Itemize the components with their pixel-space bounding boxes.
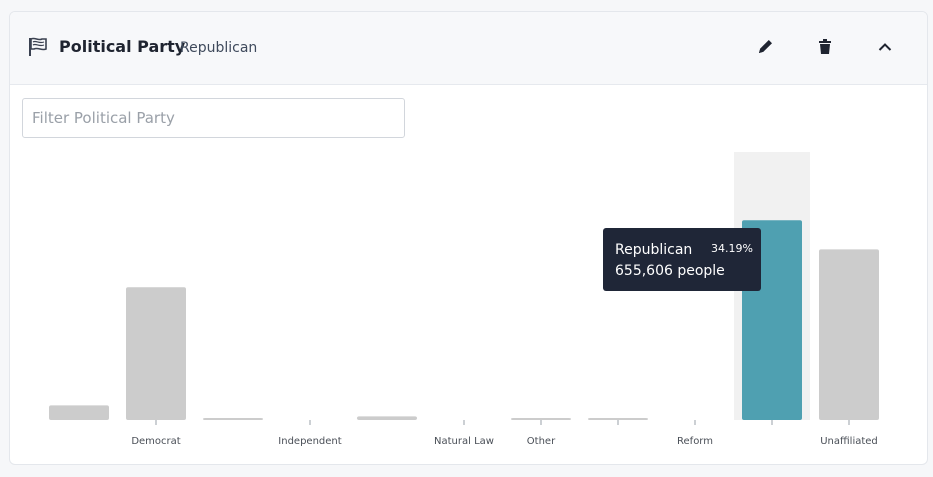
flag-icon: [29, 37, 47, 56]
card-header: Political Party Republican: [10, 12, 927, 85]
tooltip-percent: 34.19%: [711, 242, 753, 255]
pencil-icon: [759, 40, 772, 53]
chart-tooltip: Republican 34.19% 655,606 people: [603, 228, 761, 291]
bar-democrat[interactable]: [126, 287, 186, 420]
x-tick-label: Natural Law: [434, 436, 494, 447]
collapse-button[interactable]: [872, 34, 898, 60]
edit-button[interactable]: [752, 34, 778, 60]
filter-input[interactable]: [22, 98, 405, 138]
trash-icon: [819, 39, 831, 54]
x-tick-label: Reform: [677, 436, 713, 447]
x-tick-label: Democrat: [131, 436, 180, 447]
bar-other[interactable]: [511, 418, 571, 420]
selected-value: Republican: [180, 40, 258, 56]
delete-button[interactable]: [812, 34, 838, 60]
bar-category-4[interactable]: [357, 416, 417, 420]
x-tick-label: Unaffiliated: [820, 436, 878, 447]
party-bar-chart: Democrat Independent Natural Law Other Refor…: [49, 152, 879, 447]
x-tick-label: Other: [527, 436, 556, 447]
political-party-card: Political Party Republican Democrat Indep…: [9, 11, 928, 465]
tooltip-people-count: 655,606 people: [615, 263, 725, 279]
bar-category-7[interactable]: [588, 418, 648, 420]
tooltip-party-name: Republican: [615, 242, 693, 258]
chevron-up-icon: [878, 43, 892, 51]
bar-unaffiliated[interactable]: [819, 249, 879, 420]
bar-category-2[interactable]: [203, 418, 263, 420]
bar-category-0[interactable]: [49, 405, 109, 420]
card-title: Political Party: [59, 37, 186, 56]
x-tick-label: Independent: [278, 436, 341, 447]
